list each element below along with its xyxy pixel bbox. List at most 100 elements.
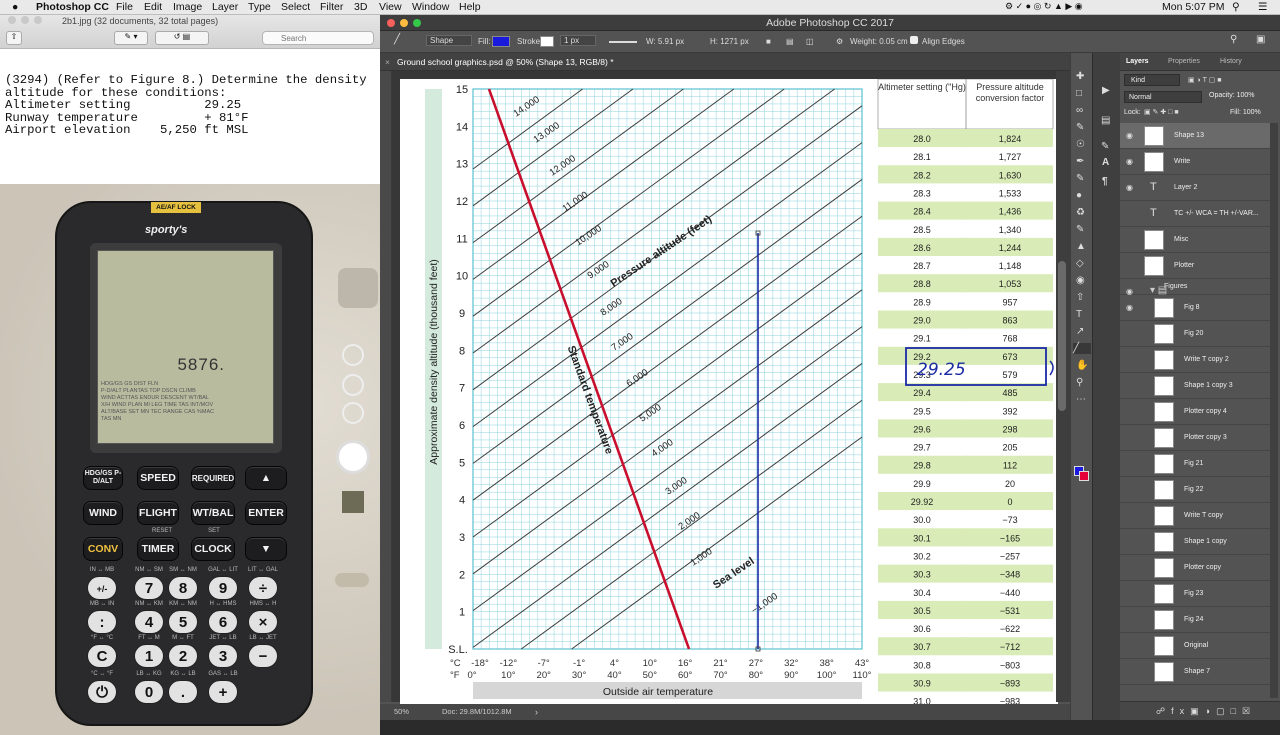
tool-icon[interactable]: ⇧ bbox=[1076, 292, 1084, 303]
canvas-area[interactable]: Approximate density altitude (thousand f… bbox=[380, 71, 1070, 710]
new-layer-icon[interactable]: □ bbox=[1231, 706, 1242, 716]
layer-row[interactable]: ◉ Fig 8 bbox=[1120, 295, 1270, 321]
tool-icon[interactable]: ♻ bbox=[1076, 207, 1085, 218]
numpad-key[interactable]: 6 bbox=[208, 610, 238, 634]
menu-filter[interactable]: Filter bbox=[320, 1, 343, 13]
numpad-key[interactable]: 0 bbox=[134, 680, 164, 704]
mode-toggle[interactable] bbox=[335, 573, 369, 587]
adjustment-icon[interactable]: ◑ bbox=[1205, 706, 1216, 716]
photo-thumbnail[interactable] bbox=[342, 491, 364, 513]
menu-file[interactable]: File bbox=[116, 1, 133, 13]
tool-icon[interactable]: ╱ bbox=[1073, 343, 1091, 354]
key-down[interactable]: ▼ bbox=[245, 537, 287, 561]
document-canvas[interactable]: Approximate density altitude (thousand f… bbox=[400, 78, 1058, 710]
numpad-key[interactable]: 1 bbox=[134, 644, 164, 668]
menu-layer[interactable]: Layer bbox=[212, 1, 238, 13]
shutter-button[interactable] bbox=[336, 440, 370, 474]
tool-icon[interactable]: ✎ bbox=[1076, 173, 1084, 184]
timer-icon[interactable] bbox=[342, 374, 364, 396]
stroke-type-select[interactable] bbox=[609, 41, 637, 43]
tab-layers[interactable]: Layers bbox=[1126, 58, 1149, 65]
app-menu[interactable]: Photoshop CC bbox=[36, 1, 109, 13]
shape-mode-select[interactable]: Shape bbox=[426, 35, 473, 46]
numpad-key[interactable]: + bbox=[208, 680, 238, 704]
visibility-eye-icon[interactable]: ◉ bbox=[1126, 303, 1133, 312]
apple-icon[interactable]: ● bbox=[12, 1, 18, 13]
tool-icon[interactable]: □ bbox=[1076, 88, 1082, 99]
ps-search-icon[interactable]: ⚲ bbox=[1230, 34, 1237, 45]
trash-icon[interactable]: ☒ bbox=[1242, 706, 1256, 716]
pen-tool-icon[interactable]: ╱ bbox=[394, 34, 400, 45]
tab-close-icon[interactable]: × bbox=[385, 53, 390, 71]
key-up[interactable]: ▲ bbox=[245, 466, 287, 490]
width-field[interactable]: W: 5.91 px bbox=[646, 37, 684, 46]
key-timer[interactable]: TIMER bbox=[137, 537, 179, 561]
height-field[interactable]: H: 1271 px bbox=[710, 37, 749, 46]
numpad-key[interactable]: ⏻ bbox=[87, 680, 117, 704]
key-speed[interactable]: SPEED bbox=[137, 466, 179, 490]
layer-row[interactable]: Shape 7 bbox=[1120, 659, 1270, 685]
tool-icon[interactable]: T bbox=[1076, 309, 1082, 320]
window-close-button[interactable] bbox=[8, 16, 16, 24]
notification-icon[interactable]: ☰ bbox=[1258, 1, 1267, 13]
character-icon[interactable]: A bbox=[1102, 157, 1109, 168]
key-hdg-gs[interactable]: HDG/GS P-D/ALT bbox=[83, 466, 123, 490]
layer-row[interactable]: Fig 20 bbox=[1120, 321, 1270, 347]
background-color-swatch[interactable] bbox=[1079, 471, 1089, 481]
status-arrow-icon[interactable]: › bbox=[535, 704, 538, 720]
layer-row[interactable]: Plotter bbox=[1120, 253, 1270, 279]
status-icons[interactable]: ⚙ ✓ ● ◎ ↻ ▲ ▶ ◉ bbox=[1005, 1, 1083, 12]
key-wtbal[interactable]: WT/BAL bbox=[191, 501, 235, 525]
menu-view[interactable]: View bbox=[379, 1, 402, 13]
layer-row[interactable]: Write T copy 2 bbox=[1120, 347, 1270, 373]
numpad-key[interactable]: +/- bbox=[87, 576, 117, 600]
mask-icon[interactable]: ▣ bbox=[1190, 706, 1205, 716]
tool-icon[interactable]: ∞ bbox=[1076, 105, 1083, 116]
numpad-key[interactable]: : bbox=[87, 610, 117, 634]
numpad-key[interactable]: C bbox=[87, 644, 117, 668]
weight-field[interactable]: Weight: 0.05 cm bbox=[850, 37, 908, 46]
tool-icon[interactable]: ✋ bbox=[1076, 360, 1088, 371]
group-icon[interactable]: ▢ bbox=[1216, 706, 1231, 716]
lock-icons[interactable]: ▣ ✎ ✚ □ ■ bbox=[1144, 108, 1179, 116]
scroll-thumb[interactable] bbox=[1058, 261, 1066, 411]
align-edges-checkbox[interactable] bbox=[910, 36, 918, 44]
numpad-key[interactable]: ÷ bbox=[248, 576, 278, 600]
numpad-key[interactable]: 3 bbox=[208, 644, 238, 668]
layer-row[interactable]: Fig 24 bbox=[1120, 607, 1270, 633]
window-minimize-button[interactable] bbox=[21, 16, 29, 24]
tool-icon[interactable]: ● bbox=[1076, 190, 1082, 201]
menu-3d[interactable]: 3D bbox=[354, 1, 367, 13]
filter-icons[interactable]: ▣ ◑ T ▢ ■ bbox=[1188, 76, 1222, 84]
layer-row[interactable]: Misc bbox=[1120, 227, 1270, 253]
tool-icon[interactable]: ✎ bbox=[1076, 224, 1084, 235]
menu-select[interactable]: Select bbox=[281, 1, 310, 13]
tool-icon[interactable]: ✎ bbox=[1076, 122, 1084, 133]
stroke-swatch[interactable] bbox=[540, 36, 554, 47]
layer-row[interactable]: Fig 21 bbox=[1120, 451, 1270, 477]
link-layers-icon[interactable]: ☍ bbox=[1156, 706, 1171, 716]
spotlight-icon[interactable]: ⚲ bbox=[1232, 1, 1240, 13]
zoom-level[interactable]: 50% bbox=[394, 704, 409, 720]
adjust-icon[interactable]: ▤ bbox=[1101, 115, 1110, 126]
key-required[interactable]: REQUIRED bbox=[191, 466, 235, 490]
layers-scrollbar[interactable] bbox=[1270, 123, 1278, 698]
fill-swatch[interactable] bbox=[492, 36, 510, 47]
menubar-clock[interactable]: Mon 5:07 PM bbox=[1162, 1, 1224, 13]
ps-zoom-button[interactable] bbox=[413, 19, 421, 27]
tool-icon[interactable]: ✚ bbox=[1076, 71, 1084, 82]
play-icon[interactable]: ▶ bbox=[1102, 85, 1110, 96]
numpad-key[interactable]: . bbox=[168, 680, 198, 704]
blend-mode-select[interactable]: Normal bbox=[1124, 91, 1202, 103]
ps-close-button[interactable] bbox=[387, 19, 395, 27]
key-enter[interactable]: ENTER bbox=[245, 501, 287, 525]
window-zoom-button[interactable] bbox=[34, 16, 42, 24]
layer-row[interactable]: Shape 1 copy 3 bbox=[1120, 373, 1270, 399]
menu-window[interactable]: Window bbox=[412, 1, 449, 13]
share-icon[interactable]: ⇧ bbox=[6, 31, 22, 45]
camera-flash-icon[interactable] bbox=[338, 268, 378, 308]
tab-history[interactable]: History bbox=[1220, 58, 1242, 65]
visibility-eye-icon[interactable]: ◉ bbox=[1126, 183, 1133, 192]
ps-minimize-button[interactable] bbox=[400, 19, 408, 27]
layer-row[interactable]: Plotter copy 4 bbox=[1120, 399, 1270, 425]
